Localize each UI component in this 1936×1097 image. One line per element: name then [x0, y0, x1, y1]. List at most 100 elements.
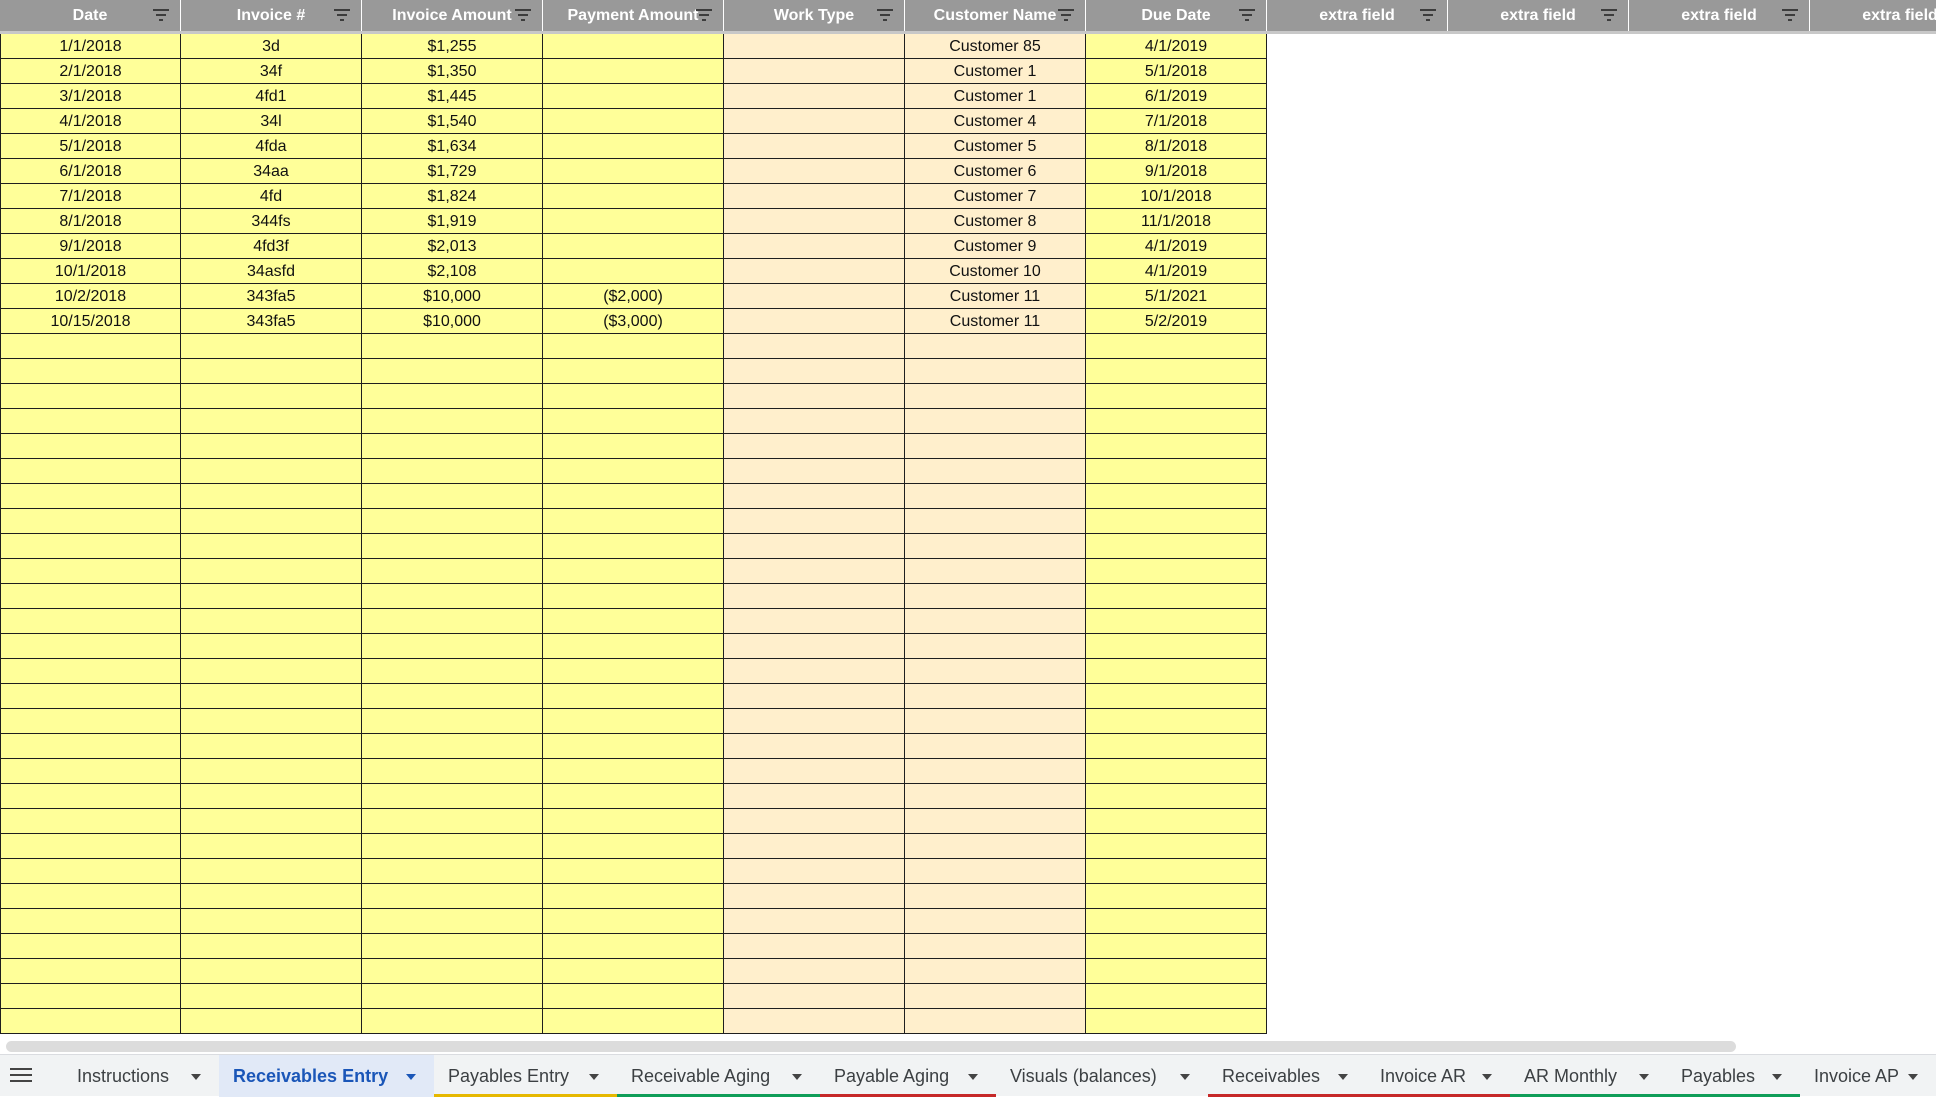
table-cell[interactable] — [724, 159, 905, 184]
table-cell[interactable] — [1086, 934, 1267, 959]
table-cell[interactable] — [1086, 884, 1267, 909]
table-cell[interactable]: 10/1/2018 — [0, 259, 181, 284]
table-cell[interactable] — [724, 134, 905, 159]
table-cell[interactable] — [181, 1009, 362, 1034]
sheet-tab[interactable]: Instructions — [63, 1055, 219, 1097]
table-cell[interactable] — [0, 534, 181, 559]
table-cell[interactable] — [1086, 734, 1267, 759]
table-cell[interactable] — [0, 659, 181, 684]
table-cell[interactable] — [724, 309, 905, 334]
table-cell[interactable]: 4fd3f — [181, 234, 362, 259]
table-cell[interactable] — [1086, 584, 1267, 609]
filter-icon[interactable] — [334, 8, 350, 22]
table-cell[interactable] — [181, 884, 362, 909]
sheet-tab[interactable]: Visuals (balances) — [996, 1055, 1208, 1097]
table-cell[interactable] — [1086, 484, 1267, 509]
table-cell[interactable]: 34f — [181, 59, 362, 84]
table-cell[interactable] — [543, 384, 724, 409]
table-cell[interactable] — [1086, 759, 1267, 784]
table-cell[interactable] — [724, 784, 905, 809]
table-cell[interactable] — [0, 459, 181, 484]
table-cell[interactable] — [905, 859, 1086, 884]
table-cell[interactable] — [543, 209, 724, 234]
table-cell[interactable] — [543, 359, 724, 384]
table-cell[interactable]: 7/1/2018 — [1086, 109, 1267, 134]
table-cell[interactable] — [543, 1009, 724, 1034]
table-cell[interactable] — [543, 934, 724, 959]
table-cell[interactable] — [0, 684, 181, 709]
table-cell[interactable] — [181, 484, 362, 509]
table-cell[interactable] — [181, 934, 362, 959]
table-cell[interactable] — [724, 209, 905, 234]
table-cell[interactable] — [362, 334, 543, 359]
table-cell[interactable] — [181, 809, 362, 834]
table-cell[interactable]: 4/1/2018 — [0, 109, 181, 134]
table-cell[interactable] — [543, 659, 724, 684]
column-header[interactable]: Customer Name — [905, 0, 1086, 31]
column-header[interactable]: Due Date — [1086, 0, 1267, 31]
table-cell[interactable] — [1086, 959, 1267, 984]
table-cell[interactable] — [1086, 409, 1267, 434]
table-cell[interactable] — [724, 59, 905, 84]
table-cell[interactable] — [181, 609, 362, 634]
table-cell[interactable] — [543, 184, 724, 209]
table-cell[interactable] — [543, 809, 724, 834]
table-cell[interactable]: $1,445 — [362, 84, 543, 109]
table-cell[interactable] — [362, 659, 543, 684]
table-cell[interactable] — [181, 959, 362, 984]
chevron-down-icon[interactable] — [589, 1074, 599, 1080]
table-cell[interactable] — [1086, 384, 1267, 409]
table-cell[interactable] — [181, 359, 362, 384]
table-cell[interactable] — [543, 534, 724, 559]
table-cell[interactable] — [543, 409, 724, 434]
table-cell[interactable] — [724, 384, 905, 409]
table-cell[interactable] — [905, 934, 1086, 959]
table-cell[interactable] — [543, 959, 724, 984]
table-cell[interactable] — [0, 709, 181, 734]
table-cell[interactable] — [362, 534, 543, 559]
table-cell[interactable] — [0, 409, 181, 434]
table-cell[interactable] — [1086, 809, 1267, 834]
table-cell[interactable] — [181, 559, 362, 584]
table-cell[interactable] — [905, 984, 1086, 1009]
table-cell[interactable] — [905, 584, 1086, 609]
table-cell[interactable]: Customer 1 — [905, 59, 1086, 84]
table-cell[interactable] — [543, 484, 724, 509]
table-cell[interactable] — [724, 609, 905, 634]
table-cell[interactable] — [0, 784, 181, 809]
column-header[interactable]: Invoice Amount — [362, 0, 543, 31]
table-cell[interactable]: $10,000 — [362, 284, 543, 309]
chevron-down-icon[interactable] — [191, 1074, 201, 1080]
filter-icon[interactable] — [1601, 8, 1617, 22]
table-cell[interactable] — [905, 709, 1086, 734]
table-cell[interactable] — [543, 459, 724, 484]
table-cell[interactable]: ($3,000) — [543, 309, 724, 334]
table-cell[interactable] — [724, 884, 905, 909]
table-cell[interactable] — [905, 484, 1086, 509]
table-cell[interactable]: $1,729 — [362, 159, 543, 184]
filter-icon[interactable] — [515, 8, 531, 22]
filter-icon[interactable] — [696, 8, 712, 22]
table-cell[interactable] — [362, 884, 543, 909]
table-cell[interactable] — [724, 84, 905, 109]
table-cell[interactable]: 4fd — [181, 184, 362, 209]
table-cell[interactable] — [362, 809, 543, 834]
table-cell[interactable] — [181, 509, 362, 534]
sheet-tab[interactable]: Payables Entry — [434, 1055, 617, 1097]
table-cell[interactable]: $2,108 — [362, 259, 543, 284]
table-cell[interactable] — [543, 59, 724, 84]
table-cell[interactable]: 5/1/2018 — [0, 134, 181, 159]
table-cell[interactable] — [181, 459, 362, 484]
table-cell[interactable] — [362, 434, 543, 459]
table-cell[interactable] — [543, 684, 724, 709]
table-cell[interactable] — [543, 509, 724, 534]
table-cell[interactable]: 344fs — [181, 209, 362, 234]
table-cell[interactable]: 4fd1 — [181, 84, 362, 109]
table-cell[interactable] — [1086, 834, 1267, 859]
chevron-down-icon[interactable] — [1338, 1074, 1348, 1080]
table-cell[interactable] — [0, 559, 181, 584]
table-cell[interactable] — [0, 834, 181, 859]
table-cell[interactable] — [543, 134, 724, 159]
table-cell[interactable]: 343fa5 — [181, 309, 362, 334]
sheet-tab[interactable]: Receivables — [1208, 1055, 1366, 1097]
